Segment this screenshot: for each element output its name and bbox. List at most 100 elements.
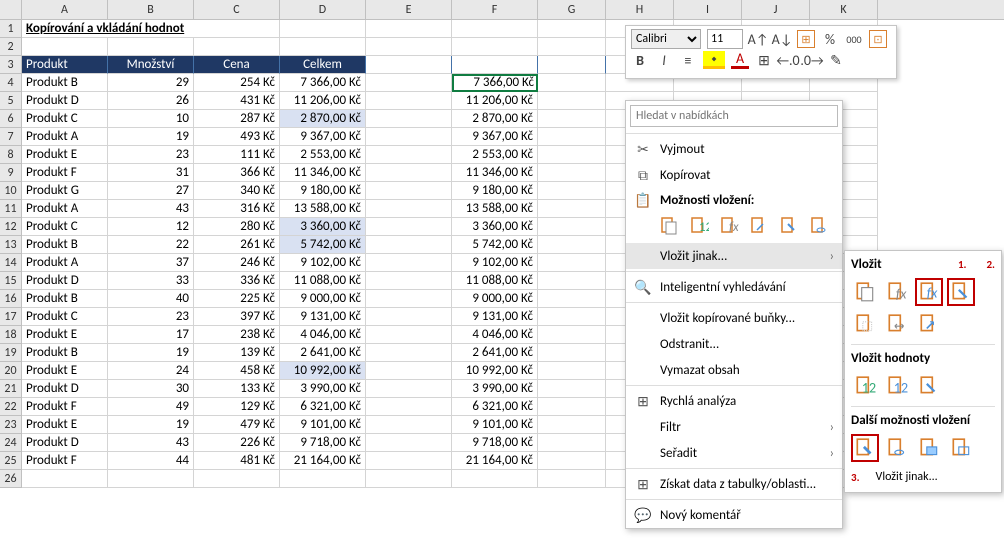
col-header-F[interactable]: F [452, 0, 538, 19]
paste-formatting-only-icon[interactable] [851, 434, 879, 462]
format-painter-icon[interactable]: ✎ [827, 51, 845, 69]
cell[interactable]: 3 360,00 Kč [280, 218, 366, 236]
cell[interactable]: 40 [108, 290, 194, 308]
cell[interactable] [538, 146, 606, 164]
row-header[interactable]: 12 [0, 218, 22, 236]
cell[interactable]: 2 641,00 Kč [452, 344, 538, 362]
col-header-G[interactable]: G [538, 0, 606, 19]
cell[interactable]: 43 [108, 434, 194, 452]
cell[interactable] [538, 218, 606, 236]
font-color-icon[interactable]: A [731, 51, 749, 69]
cell[interactable]: Produkt F [22, 398, 108, 416]
paste-linked-picture-icon[interactable] [947, 434, 975, 462]
cell[interactable]: Produkt B [22, 74, 108, 92]
cell[interactable]: 4 046,00 Kč [280, 326, 366, 344]
select-all-corner[interactable] [0, 0, 22, 19]
cell[interactable] [538, 326, 606, 344]
cell[interactable]: 111 Kč [194, 146, 280, 164]
cell[interactable] [538, 110, 606, 128]
col-header-C[interactable]: C [194, 0, 280, 19]
cell[interactable]: 9 718,00 Kč [452, 434, 538, 452]
paste-values-icon[interactable]: 123 [851, 372, 879, 400]
quick-analysis-item[interactable]: ⊞Rychlá analýza [626, 388, 842, 414]
cell[interactable]: 23 [108, 308, 194, 326]
cell[interactable] [366, 74, 452, 92]
format-icon[interactable]: ⊡ [869, 30, 887, 48]
cell[interactable]: 340 Kč [194, 182, 280, 200]
col-header-B[interactable]: B [108, 0, 194, 19]
cell[interactable]: Produkt A [22, 128, 108, 146]
cell[interactable]: 9 101,00 Kč [280, 416, 366, 434]
cell[interactable]: Produkt E [22, 362, 108, 380]
cell[interactable]: 26 [108, 92, 194, 110]
cell[interactable]: 13 588,00 Kč [280, 200, 366, 218]
header-qty[interactable]: Množství [108, 56, 194, 74]
cell[interactable]: 11 088,00 Kč [280, 272, 366, 290]
col-header-H[interactable]: H [606, 0, 674, 19]
cell[interactable]: 9 180,00 Kč [452, 182, 538, 200]
row-header[interactable]: 26 [0, 470, 22, 488]
paste-link-icon[interactable] [883, 434, 911, 462]
cell[interactable] [538, 236, 606, 254]
paste-all-icon[interactable] [851, 278, 879, 306]
cell[interactable] [366, 380, 452, 398]
cell[interactable]: 6 321,00 Kč [280, 398, 366, 416]
paste-values-source-icon[interactable] [915, 372, 943, 400]
row-header[interactable]: 7 [0, 128, 22, 146]
cell[interactable]: 12 [108, 218, 194, 236]
cell[interactable]: 9 102,00 Kč [452, 254, 538, 272]
cell[interactable]: 9 131,00 Kč [280, 308, 366, 326]
paste-all-icon[interactable] [656, 213, 682, 239]
cell[interactable]: 5 742,00 Kč [280, 236, 366, 254]
cell[interactable]: 9 101,00 Kč [452, 416, 538, 434]
paste-formulas-icon[interactable]: fx [716, 213, 742, 239]
col-header-A[interactable]: A [22, 0, 108, 19]
cell[interactable]: 261 Kč [194, 236, 280, 254]
cell[interactable]: 30 [108, 380, 194, 398]
cell[interactable]: 21 164,00 Kč [452, 452, 538, 470]
row-header[interactable]: 23 [0, 416, 22, 434]
cell[interactable]: 2 553,00 Kč [280, 146, 366, 164]
cell[interactable]: Produkt C [22, 308, 108, 326]
col-header-D[interactable]: D [280, 0, 366, 19]
cell[interactable]: 2 641,00 Kč [280, 344, 366, 362]
cell[interactable]: 23 [108, 146, 194, 164]
row-header[interactable]: 22 [0, 398, 22, 416]
cell[interactable]: 11 088,00 Kč [452, 272, 538, 290]
paste-formulas-number-icon[interactable]: fx [915, 278, 943, 306]
paste-values-icon[interactable]: 123 [686, 213, 712, 239]
cell[interactable] [538, 92, 606, 110]
row-header[interactable]: 8 [0, 146, 22, 164]
row-header[interactable]: 3 [0, 56, 22, 74]
cell[interactable]: 9 367,00 Kč [280, 128, 366, 146]
row-header[interactable]: 24 [0, 434, 22, 452]
percent-icon[interactable]: % [821, 30, 839, 48]
cell[interactable]: 43 [108, 200, 194, 218]
row-header[interactable]: 17 [0, 308, 22, 326]
paste-values-number-icon[interactable]: 123 [883, 372, 911, 400]
cell[interactable]: 133 Kč [194, 380, 280, 398]
cell[interactable] [538, 434, 606, 452]
fill-color-icon[interactable]: ⬩ [703, 51, 725, 69]
cell[interactable] [366, 92, 452, 110]
cell[interactable] [538, 290, 606, 308]
cell[interactable] [366, 254, 452, 272]
row-header[interactable]: 25 [0, 452, 22, 470]
cell[interactable]: 21 164,00 Kč [280, 452, 366, 470]
decrease-font-icon[interactable]: A↓ [773, 30, 791, 48]
cell[interactable]: 397 Kč [194, 308, 280, 326]
cell[interactable] [366, 452, 452, 470]
increase-font-icon[interactable]: A↑ [749, 30, 767, 48]
cell[interactable]: 9 000,00 Kč [280, 290, 366, 308]
cell[interactable]: 10 992,00 Kč [280, 362, 366, 380]
new-comment-item[interactable]: 💬Nový komentář [626, 502, 842, 528]
cell[interactable]: 11 206,00 Kč [280, 92, 366, 110]
cell[interactable] [538, 380, 606, 398]
row-header[interactable]: 9 [0, 164, 22, 182]
merge-icon[interactable]: ⊞ [797, 30, 815, 48]
paste-keep-source-icon[interactable] [947, 278, 975, 306]
col-header-K[interactable]: K [810, 0, 878, 19]
cell[interactable]: 481 Kč [194, 452, 280, 470]
col-header-J[interactable]: J [742, 0, 810, 19]
cell[interactable]: 280 Kč [194, 218, 280, 236]
